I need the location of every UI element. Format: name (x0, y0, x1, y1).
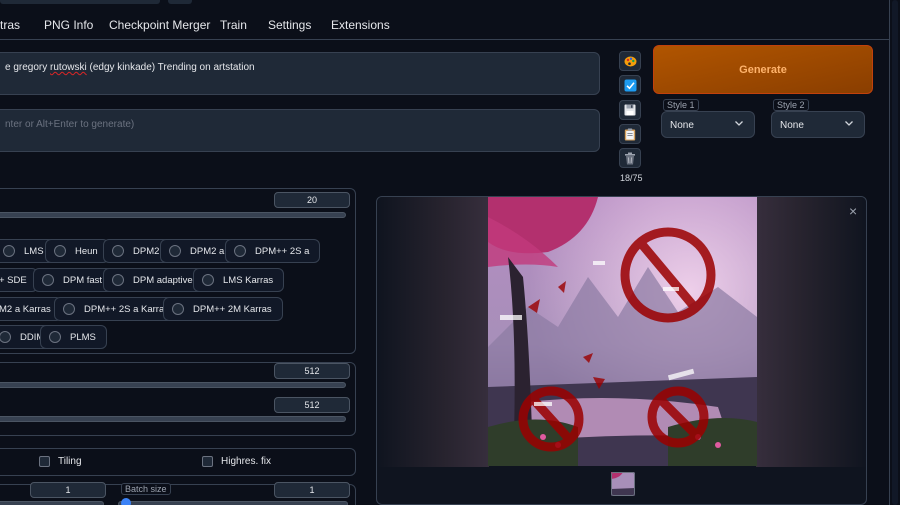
sampler-dpmpp-2s-a[interactable]: DPM++ 2S a (225, 239, 321, 263)
sampler-dpmpp-2s-a-label: DPM++ 2S a (255, 245, 310, 257)
prompt-text-start: e gregory (5, 62, 51, 73)
radio-circle (169, 245, 181, 257)
tab-settings[interactable]: Settings (268, 18, 311, 32)
batch-count-input[interactable]: 1 (30, 482, 106, 498)
tab-extensions[interactable]: Extensions (331, 18, 390, 32)
sampler-dpmpp-2s-a-karras-label: DPM++ 2S a Karras (84, 303, 170, 315)
radio-circle (63, 303, 75, 315)
checkbox-box (202, 456, 213, 467)
chevron-down-icon (735, 121, 743, 126)
style-2-label: Style 2 (773, 99, 809, 111)
sampler-plms-label: PLMS (70, 331, 96, 343)
style-2-dropdown[interactable]: None (771, 111, 865, 138)
tab-checkpoint-merger[interactable]: Checkpoint Merger (109, 18, 210, 32)
tab-bar: tras PNG Info Checkpoint Merger Train Se… (0, 0, 900, 40)
checkbox-box (39, 456, 50, 467)
batch-size-slider-thumb[interactable] (121, 498, 131, 505)
page-scrollbar-thumb[interactable] (892, 0, 898, 505)
radio-circle (202, 274, 214, 286)
sampler-dpmpp-2m-karras[interactable]: DPM++ 2M Karras (163, 297, 283, 321)
paint-palette-icon (624, 56, 636, 66)
sampler-lms-karras[interactable]: LMS Karras (193, 268, 285, 292)
sampler-lms-label: LMS (24, 245, 44, 257)
radio-circle (112, 274, 124, 286)
tab-extras[interactable]: tras (0, 18, 20, 32)
paint-palette-button[interactable] (619, 51, 641, 71)
prompt-text: e gregory rutowski (edgy kinkade) Trendi… (5, 62, 255, 73)
clear-prompt-button[interactable] (619, 148, 641, 168)
style-2-value: None (780, 120, 804, 131)
checkbox-checked-icon (624, 79, 636, 91)
tab-png-info[interactable]: PNG Info (44, 18, 93, 32)
prompt-misspelled-word: rutowski (50, 62, 87, 73)
chevron-down-icon (845, 121, 853, 126)
gallery-thumbnail[interactable] (611, 472, 635, 496)
apply-style-button[interactable] (619, 124, 641, 144)
sampling-steps-input[interactable]: 20 (274, 192, 350, 208)
style-1-dropdown[interactable]: None (661, 111, 755, 138)
sampler-dpm2-a-karras[interactable]: M2 a Karras (0, 297, 62, 321)
sampler-dpm-adaptive[interactable]: DPM adaptive (103, 268, 204, 292)
top-scroll-stub-2 (168, 0, 192, 4)
tiling-label: Tiling (58, 456, 82, 467)
height-slider[interactable] (0, 416, 346, 422)
token-counter: 18/75 (620, 173, 643, 183)
radio-circle (3, 245, 15, 257)
prompt-input[interactable]: e gregory rutowski (edgy kinkade) Trendi… (0, 52, 600, 95)
sampler-plms[interactable]: PLMS (40, 325, 107, 349)
trash-icon (625, 152, 635, 164)
save-style-button[interactable] (619, 100, 641, 120)
sampler-dpmpp-sde-label: + SDE (0, 274, 27, 286)
radio-circle (54, 245, 66, 257)
radio-circle (0, 331, 11, 343)
sampler-heun-label: Heun (75, 245, 98, 257)
width-input[interactable]: 512 (274, 363, 350, 379)
prompt-text-end: (edgy kinkade) Trending on artstation (86, 62, 255, 73)
sampler-dpm2-a-karras-label: M2 a Karras (0, 303, 51, 315)
gallery-blur-left (377, 197, 489, 467)
sampler-lms-karras-label: LMS Karras (223, 274, 274, 286)
batch-size-slider[interactable] (118, 501, 348, 505)
gallery-blur-right (756, 197, 866, 467)
sampler-dpm2-a-label: DPM2 a (190, 245, 225, 257)
sampler-dpm-adaptive-label: DPM adaptive (133, 274, 193, 286)
highres-fix-checkbox[interactable]: Highres. fix (202, 456, 271, 467)
radio-circle (172, 303, 184, 315)
batch-size-label: Batch size (121, 483, 171, 495)
sampler-dpmpp-2m-karras-label: DPM++ 2M Karras (193, 303, 272, 315)
sampler-heun[interactable]: Heun (45, 239, 109, 263)
page-scrollbar[interactable] (889, 0, 900, 505)
top-scroll-stub (0, 0, 160, 4)
sampler-dpm-fast-label: DPM fast (63, 274, 103, 286)
negative-prompt-placeholder: nter or Alt+Enter to generate) (5, 119, 135, 130)
sampling-steps-slider[interactable] (0, 212, 346, 218)
tiling-checkbox[interactable]: Tiling (39, 456, 82, 467)
radio-circle (234, 245, 246, 257)
radio-circle (49, 331, 61, 343)
sampler-dpm2-label: DPM2 (133, 245, 160, 257)
batch-size-input[interactable]: 1 (274, 482, 350, 498)
style-1-label: Style 1 (663, 99, 699, 111)
negative-prompt-input[interactable]: nter or Alt+Enter to generate) (0, 109, 600, 152)
generate-button[interactable]: Generate (653, 45, 873, 94)
clipboard-icon (624, 128, 636, 140)
radio-circle (112, 245, 124, 257)
highres-fix-label: Highres. fix (221, 456, 272, 467)
generated-image[interactable] (488, 197, 757, 466)
sampler-dpm-fast[interactable]: DPM fast (33, 268, 114, 292)
sampler-dpmpp-2s-a-karras[interactable]: DPM++ 2S a Karras (54, 297, 181, 321)
close-icon[interactable]: × (849, 203, 857, 219)
show-extra-networks-toggle[interactable] (619, 75, 641, 95)
radio-circle (42, 274, 54, 286)
height-input[interactable]: 512 (274, 397, 350, 413)
width-slider[interactable] (0, 382, 346, 388)
batch-count-slider[interactable] (0, 501, 104, 505)
style-1-value: None (670, 120, 694, 131)
floppy-disk-icon (624, 104, 636, 116)
tab-train[interactable]: Train (220, 18, 247, 32)
